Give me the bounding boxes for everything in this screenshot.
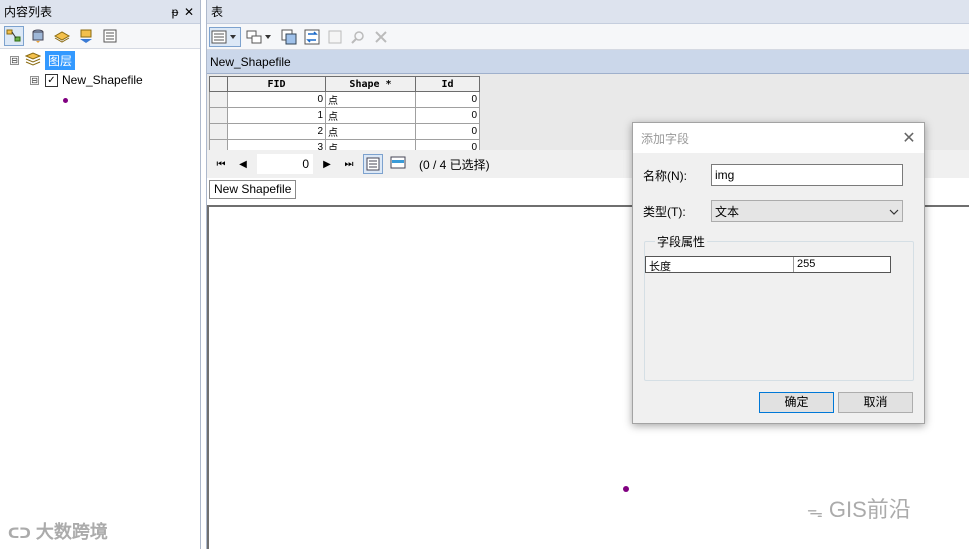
show-all-records-icon[interactable] [363, 154, 383, 174]
type-label: 类型(T): [643, 204, 686, 219]
table-tab-bar: New_Shapefile [207, 50, 969, 74]
related-tables-icon[interactable] [244, 27, 276, 47]
cell-id[interactable]: 0 [415, 91, 480, 108]
toc-close-icon[interactable]: ✕ [182, 5, 196, 19]
name-input[interactable]: img [711, 164, 903, 186]
select-by-attributes-icon[interactable] [279, 27, 299, 47]
first-record-icon[interactable]: ⏮ [213, 159, 229, 170]
table-row[interactable]: 3 点 0 [209, 139, 480, 150]
add-field-dialog: 添加字段 ✕ 名称(N): img 类型(T): 文本 字段属性 长度 255 … [632, 122, 925, 424]
cell-shape[interactable]: 点 [325, 123, 416, 140]
row-selector[interactable] [209, 139, 228, 150]
property-key: 长度 [646, 257, 794, 273]
bottom-tab-new-shapefile[interactable]: New Shapefile [209, 180, 297, 199]
row-selector[interactable] [209, 107, 228, 124]
layers-label[interactable]: 图层 [45, 50, 76, 70]
options-icon[interactable] [100, 26, 120, 46]
record-number-input[interactable]: 0 [257, 154, 313, 174]
table-window-title: 表 [211, 5, 224, 19]
cell-fid[interactable]: 0 [227, 91, 326, 108]
layer-symbol-row [0, 90, 200, 110]
table-row[interactable]: 2 点 0 [209, 123, 480, 140]
name-label: 名称(N): [643, 168, 687, 183]
name-row: 名称(N): img [643, 164, 903, 186]
close-icon[interactable]: ✕ [894, 128, 924, 148]
column-header-id[interactable]: Id [415, 76, 480, 92]
property-value[interactable]: 255 [794, 257, 890, 272]
list-by-selection-icon[interactable] [76, 26, 96, 46]
toc-title-bar: 内容列表 ᵽ ✕ [0, 0, 200, 24]
group-title: 字段属性 [655, 233, 708, 250]
table-toolbar [207, 24, 969, 50]
cell-fid[interactable]: 2 [227, 123, 326, 140]
cell-shape[interactable]: 点 [325, 139, 416, 150]
watermark-left: ᑕᑐ 大数跨境 [8, 518, 108, 544]
ok-button[interactable]: 确定 [759, 392, 834, 413]
type-select-value: 文本 [715, 204, 740, 219]
cell-shape[interactable]: 点 [325, 91, 416, 108]
point-marker [623, 486, 629, 492]
next-record-icon[interactable]: ▶ [319, 159, 335, 170]
column-header-fid[interactable]: FID [227, 76, 326, 92]
cell-id[interactable]: 0 [415, 107, 480, 124]
table-options-icon[interactable] [209, 26, 241, 47]
type-row: 类型(T): 文本 [643, 200, 903, 222]
list-by-visibility-icon[interactable] [52, 26, 72, 46]
cell-id[interactable]: 0 [415, 139, 480, 150]
pin-icon[interactable]: ᵽ [168, 5, 182, 19]
previous-record-icon[interactable]: ◀ [235, 159, 251, 170]
cell-id[interactable]: 0 [415, 123, 480, 140]
delete-selected-icon[interactable] [371, 27, 391, 47]
layer-name[interactable]: New_Shapefile [62, 73, 143, 87]
cancel-button[interactable]: 取消 [838, 392, 913, 413]
wechat-icon: ᯓ [807, 504, 823, 521]
dialog-title-bar: 添加字段 ✕ [633, 123, 924, 153]
watermark-right-text: GIS前沿 [828, 497, 911, 522]
watermark-logo-icon: ᑕᑐ [8, 525, 31, 541]
toc-title: 内容列表 [4, 5, 53, 19]
row-selector-header[interactable] [209, 76, 228, 92]
list-by-drawing-order-icon[interactable] [4, 26, 24, 46]
watermark-right: ᯓ GIS前沿 [807, 492, 911, 524]
dialog-title: 添加字段 [641, 131, 690, 146]
zoom-to-selected-icon[interactable] [348, 27, 368, 47]
point-symbol-icon [63, 97, 68, 103]
row-selector[interactable] [209, 91, 228, 108]
column-header-shape[interactable]: Shape * [325, 76, 416, 92]
layers-icon [24, 51, 42, 69]
table-title-bar: 表 [207, 0, 969, 24]
table-header-row: FID Shape * Id [209, 76, 480, 92]
selection-status: (0 / 4 已选择) [419, 157, 490, 172]
switch-selection-icon[interactable] [302, 27, 322, 47]
clear-selection-icon[interactable] [325, 27, 345, 47]
cell-shape[interactable]: 点 [325, 107, 416, 124]
show-selected-records-icon[interactable] [389, 154, 409, 174]
layer-tree: ⊟ 图层 ⊟ ✓ New_Shapefile [0, 50, 200, 110]
collapse-icon[interactable]: ⊟ [30, 75, 39, 85]
table-row[interactable]: 0 点 0 [209, 91, 480, 108]
collapse-icon[interactable]: ⊟ [10, 55, 19, 65]
attribute-table: FID Shape * Id 0 点 0 1 点 0 2 点 0 3 点 0 [209, 76, 480, 150]
row-selector[interactable] [209, 123, 228, 140]
layer-visibility-checkbox[interactable]: ✓ [45, 73, 58, 87]
layer-item-new-shapefile[interactable]: ⊟ ✓ New_Shapefile [0, 70, 200, 90]
layers-node[interactable]: ⊟ 图层 [0, 50, 200, 70]
table-row[interactable]: 1 点 0 [209, 107, 480, 124]
toc-panel: 内容列表 ᵽ ✕ ⊟ 图层 ⊟ ✓ New_Shapefile ᑕᑐ 大数跨境 [0, 0, 201, 549]
chevron-down-icon [889, 204, 899, 218]
watermark-left-text: 大数跨境 [35, 522, 108, 542]
toc-toolbar [0, 24, 200, 49]
cell-fid[interactable]: 1 [227, 107, 326, 124]
property-row-length[interactable]: 长度 255 [645, 256, 891, 273]
list-by-source-icon[interactable] [28, 26, 48, 46]
cell-fid[interactable]: 3 [227, 139, 326, 150]
type-select[interactable]: 文本 [711, 200, 903, 222]
last-record-icon[interactable]: ⏭ [341, 159, 357, 170]
tab-new-shapefile[interactable]: New_Shapefile [210, 55, 291, 69]
